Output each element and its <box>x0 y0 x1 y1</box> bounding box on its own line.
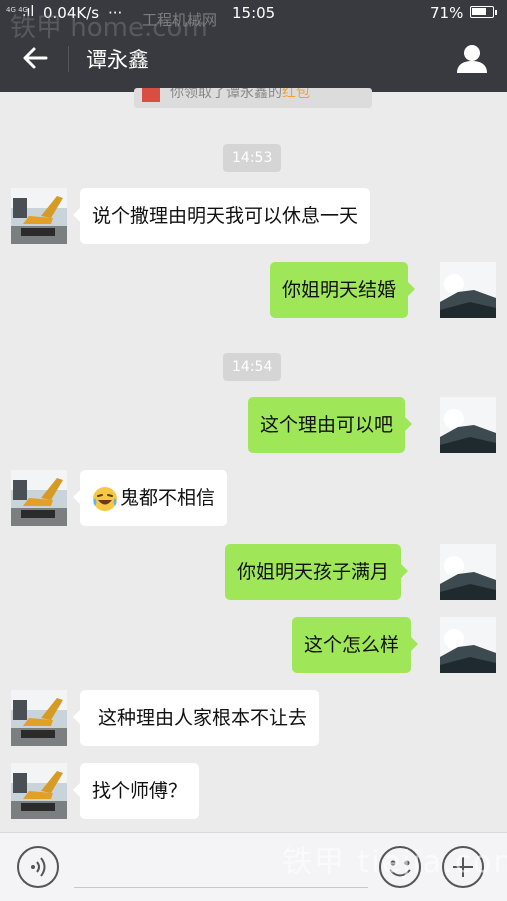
voice-icon <box>17 846 59 888</box>
red-packet-notice[interactable]: 你领取了谭永鑫的红包 <box>134 88 372 108</box>
profile-button[interactable] <box>455 42 489 76</box>
mountain-avatar-image <box>440 544 496 600</box>
excavator-avatar-image <box>11 690 67 746</box>
excavator-avatar-image <box>11 188 67 244</box>
red-packet-link[interactable]: 红包 <box>282 88 310 101</box>
message-bubble-incoming[interactable]: 这种理由人家根本不让去 <box>72 690 320 746</box>
message-text: 鬼都不相信 <box>120 487 216 509</box>
status-time: 15:05 <box>232 4 276 22</box>
mountain-avatar-image <box>440 397 496 453</box>
input-bar: 铁甲 tiejia.com <box>0 832 507 901</box>
message-bubble-outgoing[interactable]: 你姐明天孩子满月 <box>225 544 409 600</box>
my-avatar[interactable] <box>440 397 496 453</box>
timestamp: 14:54 <box>223 353 282 381</box>
chat-title: 谭永鑫 <box>86 48 149 72</box>
red-packet-icon <box>142 88 160 102</box>
message-bubble-outgoing[interactable]: 这个理由可以吧 <box>248 397 413 453</box>
excavator-avatar-image <box>11 470 67 526</box>
my-avatar[interactable] <box>440 617 496 673</box>
timestamp: 14:53 <box>223 144 282 172</box>
message-input[interactable] <box>74 887 368 888</box>
mountain-avatar-image <box>440 262 496 318</box>
mountain-avatar-image <box>440 617 496 673</box>
my-avatar[interactable] <box>440 544 496 600</box>
battery-percent: 71% <box>430 4 464 22</box>
contact-avatar[interactable] <box>11 470 67 526</box>
person-icon <box>457 45 487 73</box>
back-button[interactable] <box>18 40 54 76</box>
header-divider <box>68 46 69 72</box>
message-bubble-outgoing[interactable]: 你姐明天结婚 <box>270 262 416 318</box>
back-arrow-icon <box>23 47 48 69</box>
watermark-bottom: 铁甲 tiejia.com <box>282 845 507 880</box>
message-bubble-incoming[interactable]: 鬼都不相信 <box>72 470 228 526</box>
excavator-avatar-image <box>11 763 67 819</box>
contact-avatar[interactable] <box>11 690 67 746</box>
message-bubble-incoming[interactable]: 找个师傅？ <box>72 763 200 819</box>
laughing-crying-emoji-icon <box>93 486 117 511</box>
voice-button[interactable] <box>16 845 60 889</box>
my-avatar[interactable] <box>440 262 496 318</box>
contact-avatar[interactable] <box>11 188 67 244</box>
message-bubble-incoming[interactable]: 说个撒理由明天我可以休息一天 <box>72 188 371 244</box>
contact-avatar[interactable] <box>11 763 67 819</box>
message-bubble-outgoing[interactable]: 这个怎么样 <box>292 617 419 673</box>
red-packet-text: 你领取了谭永鑫的红包 <box>170 88 310 102</box>
battery-icon <box>470 6 494 18</box>
battery-cap <box>495 10 497 15</box>
